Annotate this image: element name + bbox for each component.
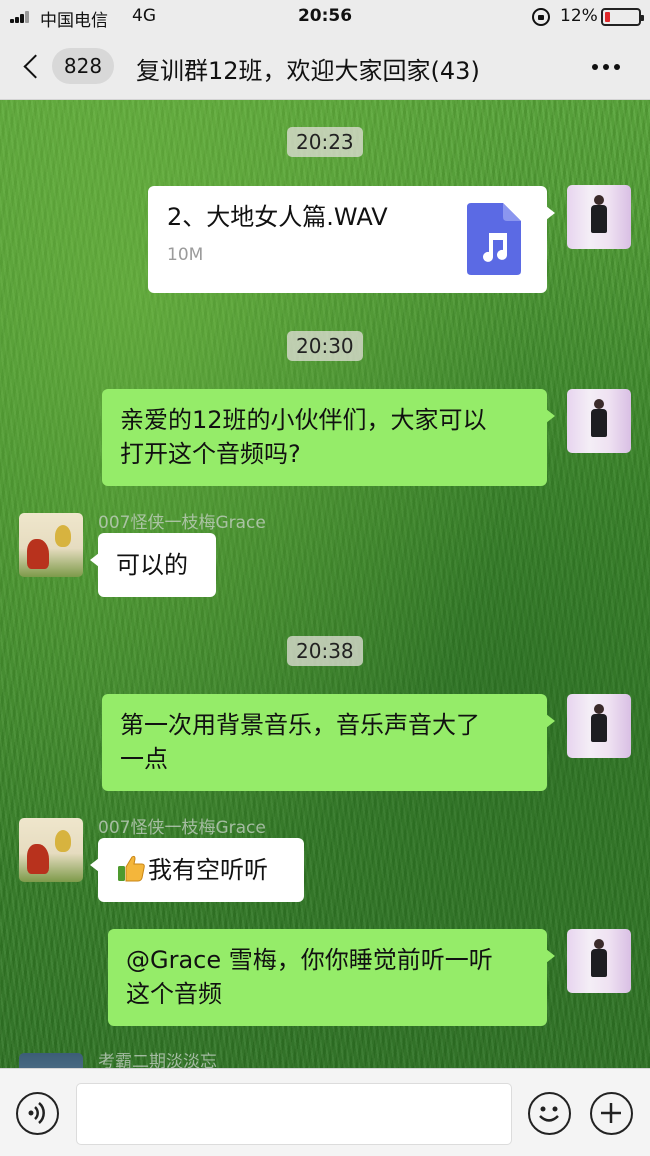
status-bar: 中国电信 4G 20:56 12% <box>0 0 650 34</box>
avatar[interactable] <box>567 694 631 758</box>
unread-count-badge[interactable]: 828 <box>52 48 114 84</box>
add-icon <box>601 1103 621 1123</box>
avatar[interactable] <box>567 389 631 453</box>
avatar[interactable] <box>567 929 631 993</box>
message-line: 一点 <box>120 745 168 773</box>
chat-messages[interactable]: 20:23 2、大地女人篇.WAV 10M 20:30 亲爱的12班的小伙伴们，… <box>0 100 650 1068</box>
battery-icon <box>601 8 644 26</box>
message-bubble[interactable]: 亲爱的12班的小伙伴们，大家可以 打开这个音频吗? <box>102 389 555 486</box>
battery-percent: 12% <box>560 6 598 26</box>
emoji-button[interactable] <box>528 1092 571 1135</box>
message-line: 亲爱的12班的小伙伴们，大家可以 <box>120 406 487 434</box>
add-button[interactable] <box>590 1092 633 1135</box>
message-line: 这个音频 <box>126 980 222 1008</box>
file-name: 2、大地女人篇.WAV <box>167 203 388 231</box>
avatar[interactable] <box>19 818 83 882</box>
message-bubble[interactable]: @Grace 雪梅，你你睡觉前听一听 这个音频 <box>108 929 555 1026</box>
sender-name: 007怪侠一枝梅Grace <box>98 513 266 533</box>
avatar[interactable] <box>567 185 631 249</box>
input-bar <box>0 1068 650 1156</box>
message-line: 打开这个音频吗? <box>120 440 301 468</box>
emoji-icon <box>539 1106 559 1122</box>
chat-header: 828 复训群12班，欢迎大家回家(43) <box>0 34 650 100</box>
more-button[interactable] <box>588 64 624 72</box>
message-bubble[interactable]: 第一次用背景音乐，音乐声音大了 一点 <box>102 694 555 791</box>
message-bubble[interactable]: 我有空听听 <box>90 838 304 902</box>
sender-name: 007怪侠一枝梅Grace <box>98 818 266 838</box>
music-file-icon <box>467 203 521 275</box>
message-line: @Grace 雪梅，你你睡觉前听一听 <box>126 946 493 974</box>
back-button[interactable] <box>18 50 48 84</box>
status-time: 20:56 <box>297 6 353 26</box>
thumbs-up-icon <box>116 853 146 892</box>
sender-name: 考霸二期淡淡忘 <box>98 1052 217 1068</box>
timestamp: 20:38 <box>287 636 363 666</box>
avatar[interactable] <box>19 513 83 577</box>
message-text: 可以的 <box>116 551 188 579</box>
message-line: 第一次用背景音乐，音乐声音大了 <box>120 711 480 739</box>
voice-icon <box>28 1102 45 1124</box>
timestamp: 20:30 <box>287 331 363 361</box>
timestamp: 20:23 <box>287 127 363 157</box>
avatar[interactable] <box>19 1053 83 1068</box>
file-message[interactable]: 2、大地女人篇.WAV 10M <box>148 186 555 293</box>
rotation-lock-icon <box>532 8 550 26</box>
message-bubble[interactable]: 可以的 <box>90 533 216 597</box>
chat-title: 复训群12班，欢迎大家回家(43) <box>136 57 480 85</box>
file-size: 10M <box>167 245 204 265</box>
voice-button[interactable] <box>16 1092 59 1135</box>
message-text: 我有空听听 <box>148 856 268 884</box>
message-input[interactable] <box>76 1083 512 1145</box>
